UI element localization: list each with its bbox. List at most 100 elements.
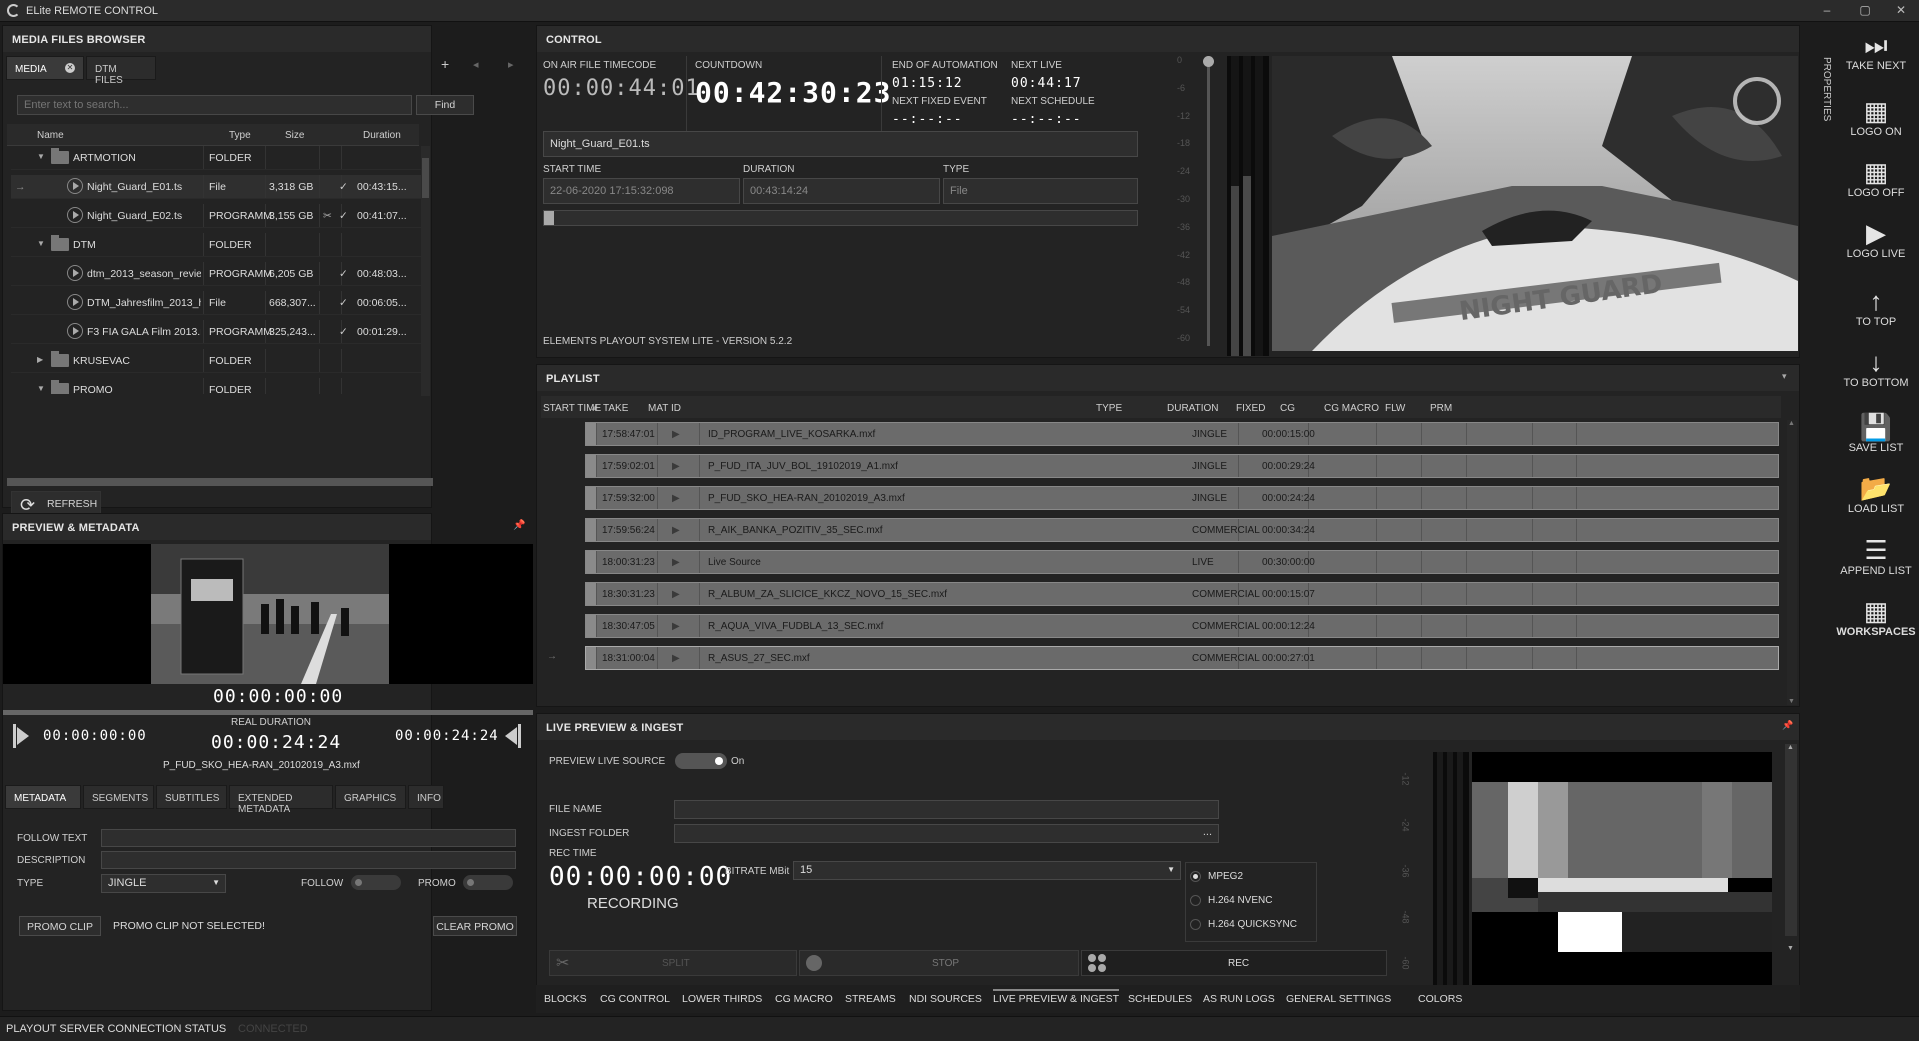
media-row[interactable]: dtm_2013_season_review... PROGRAMM6,205 G…	[11, 262, 424, 286]
tab-extended-metadata[interactable]: EXTENDED METADATA	[229, 785, 333, 815]
preview-seekbar[interactable]	[3, 710, 533, 715]
current-file-field[interactable]: Night_Guard_E01.ts	[543, 131, 1138, 157]
playlist-col-flw[interactable]: FLW	[1385, 403, 1405, 414]
take-play-icon[interactable]: ▶	[672, 621, 680, 632]
playlist-row[interactable]: 17:58:47:01 ▶ ID_PROGRAM_LIVE_KOSARKA.mxf J…	[585, 422, 1779, 446]
media-search-input[interactable]	[17, 95, 412, 115]
media-hscrollbar[interactable]	[7, 478, 433, 486]
col-name[interactable]: Name	[37, 130, 64, 141]
start-time-field[interactable]: 22-06-2020 17:15:32:098	[543, 178, 740, 204]
close-button[interactable]: ✕	[1886, 3, 1916, 19]
tab-metadata[interactable]: METADATA	[5, 785, 81, 809]
take-play-icon[interactable]: ▶	[672, 525, 680, 536]
take-play-icon[interactable]: ▶	[672, 653, 680, 664]
bottom-tab-cg-macro[interactable]: CG MACRO	[775, 993, 833, 1005]
append-list-button[interactable]: ☰ APPEND LIST	[1833, 535, 1919, 591]
tab-graphics[interactable]: GRAPHICS	[335, 785, 406, 809]
expand-chevron-icon[interactable]: ▼	[37, 152, 45, 161]
rec-button[interactable]: REC	[1081, 950, 1387, 976]
ingest-folder-input[interactable]: ...	[674, 824, 1219, 843]
playlist-col-type[interactable]: TYPE	[1096, 403, 1122, 414]
tab-subtitles[interactable]: SUBTITLES	[156, 785, 227, 809]
description-input[interactable]	[101, 851, 516, 869]
promo-clip-button[interactable]: PROMO CLIP	[19, 916, 101, 936]
playlist-col-cg-macro[interactable]: CG MACRO	[1324, 403, 1379, 414]
expand-chevron-icon[interactable]: ▼	[37, 384, 45, 393]
expand-chevron-icon[interactable]: ▶	[37, 355, 43, 364]
take-play-icon[interactable]: ▶	[672, 589, 680, 600]
playlist-col-mat-id[interactable]: MAT ID	[648, 403, 681, 414]
col-type[interactable]: Type	[229, 130, 251, 141]
bottom-tab-general-settings[interactable]: GENERAL SETTINGS	[1286, 993, 1391, 1005]
follow-toggle[interactable]	[351, 875, 401, 890]
playlist-col-take[interactable]: TAKE	[603, 403, 628, 414]
split-button[interactable]: ✂ SPLIT	[549, 950, 797, 976]
take-play-icon[interactable]: ▶	[672, 429, 680, 440]
tab-media[interactable]: MEDIA ✕	[6, 56, 84, 80]
bitrate-select[interactable]: 15 ▼	[793, 861, 1181, 880]
col-duration[interactable]: Duration	[363, 130, 401, 141]
playlist-row[interactable]: 18:30:47:05 ▶ R_AQUA_VIVA_FUDBLA_13_SEC.mx…	[585, 614, 1779, 638]
playlist-row[interactable]: 17:59:02:01 ▶ P_FUD_ITA_JUV_BOL_19102019_A…	[585, 454, 1779, 478]
ingest-pin-icon[interactable]: 📌	[1782, 720, 1793, 731]
bottom-tab-lower-thirds[interactable]: LOWER THIRDS	[682, 993, 762, 1005]
stop-button[interactable]: STOP	[799, 950, 1079, 976]
bottom-tab-as-run-logs[interactable]: AS RUN LOGS	[1203, 993, 1275, 1005]
workspaces-button[interactable]: ▦ WORKSPACES	[1833, 596, 1919, 652]
playlist-col-duration[interactable]: DURATION	[1167, 403, 1218, 414]
playlist-col-start-time[interactable]: START TIME	[543, 403, 601, 414]
tab-info[interactable]: INFO	[408, 785, 444, 809]
play-circle-icon[interactable]	[67, 178, 83, 194]
mark-out-icon[interactable]	[503, 724, 521, 748]
mark-in-icon[interactable]	[13, 724, 31, 748]
tab-dtm-files[interactable]: DTM FILES	[86, 56, 156, 86]
pin-icon[interactable]: 📌	[513, 520, 525, 531]
media-row[interactable]: ▼ DTM FOLDER	[11, 233, 424, 257]
media-scrollbar[interactable]	[421, 146, 430, 396]
bottom-tab-colors[interactable]: COLORS	[1418, 993, 1462, 1005]
playlist-collapse-icon[interactable]: ▾	[1782, 371, 1787, 382]
to-bottom-button[interactable]: ↓ TO BOTTOM	[1833, 347, 1919, 403]
properties-label[interactable]: PROPERTIES	[1802, 57, 1832, 147]
preview-live-toggle[interactable]	[675, 753, 727, 769]
play-circle-icon[interactable]	[67, 323, 83, 339]
playlist-row[interactable]: 18:31:00:04 ▶ R_ASUS_27_SEC.mxf COMMERCIAL 0…	[585, 646, 1779, 670]
tab-prev-icon[interactable]: ◂	[473, 58, 479, 71]
type-field[interactable]: File	[943, 178, 1138, 204]
logo-live-button[interactable]: ▶ LOGO LIVE	[1833, 218, 1919, 274]
volume-slider[interactable]	[1203, 56, 1214, 346]
take-play-icon[interactable]: ▶	[672, 493, 680, 504]
media-row[interactable]: DTM_Jahresfilm_2013_h2... File 668,307... ✓…	[11, 291, 424, 315]
maximize-button[interactable]: ▢	[1850, 3, 1880, 19]
take-play-icon[interactable]: ▶	[672, 461, 680, 472]
media-row[interactable]: ▶ KRUSEVAC FOLDER	[11, 349, 424, 373]
logo-off-button[interactable]: ▦ LOGO OFF	[1833, 157, 1919, 213]
col-size[interactable]: Size	[285, 130, 304, 141]
bottom-tab-live-preview-ingest[interactable]: LIVE PREVIEW & INGEST	[993, 989, 1120, 1005]
browse-folder-button[interactable]: ...	[1203, 826, 1212, 838]
media-row[interactable]: ▼ PROMO FOLDER	[11, 378, 424, 394]
promo-toggle[interactable]	[463, 875, 513, 890]
codec-option[interactable]: H.264 NVENC	[1190, 893, 1314, 911]
expand-chevron-icon[interactable]: ▼	[37, 239, 45, 248]
playlist-col-fixed[interactable]: FIXED	[1236, 403, 1265, 414]
bottom-tab-blocks[interactable]: BLOCKS	[544, 993, 587, 1005]
take-next-button[interactable]: ⏭ TAKE NEXT	[1833, 30, 1919, 86]
codec-option[interactable]: H.264 QUICKSYNC	[1190, 917, 1314, 935]
play-circle-icon[interactable]	[67, 207, 83, 223]
ingest-scrollbar[interactable]: ▲ ▼	[1785, 744, 1797, 952]
file-name-input[interactable]	[674, 800, 1219, 819]
play-circle-icon[interactable]	[67, 265, 83, 281]
media-row[interactable]: Night_Guard_E01.ts File 3,318 GB ✓ 00:43:15.…	[11, 175, 424, 199]
type-select[interactable]: JINGLE ▼	[101, 874, 226, 893]
to-top-button[interactable]: ↑ TO TOP	[1833, 286, 1919, 342]
minimize-button[interactable]: –	[1812, 3, 1842, 19]
playlist-scrollbar[interactable]: ▲ ▼	[1787, 420, 1797, 705]
playlist-row[interactable]: 18:30:31:23 ▶ R_ALBUM_ZA_SLICICE_KKCZ_NOVO…	[585, 582, 1779, 606]
media-row[interactable]: F3 FIA GALA Film 2013.mp4 PROGRAMM325,243…	[11, 320, 424, 344]
bottom-tab-ndi-sources[interactable]: NDI SOURCES	[909, 993, 982, 1005]
bottom-tab-schedules[interactable]: SCHEDULES	[1128, 993, 1192, 1005]
bottom-tab-streams[interactable]: STREAMS	[845, 993, 896, 1005]
playlist-row[interactable]: 18:00:31:23 ▶ Live Source LIVE 00:30:00:00	[585, 550, 1779, 574]
playlist-row[interactable]: 17:59:56:24 ▶ R_AIK_BANKA_POZITIV_35_SEC.m…	[585, 518, 1779, 542]
